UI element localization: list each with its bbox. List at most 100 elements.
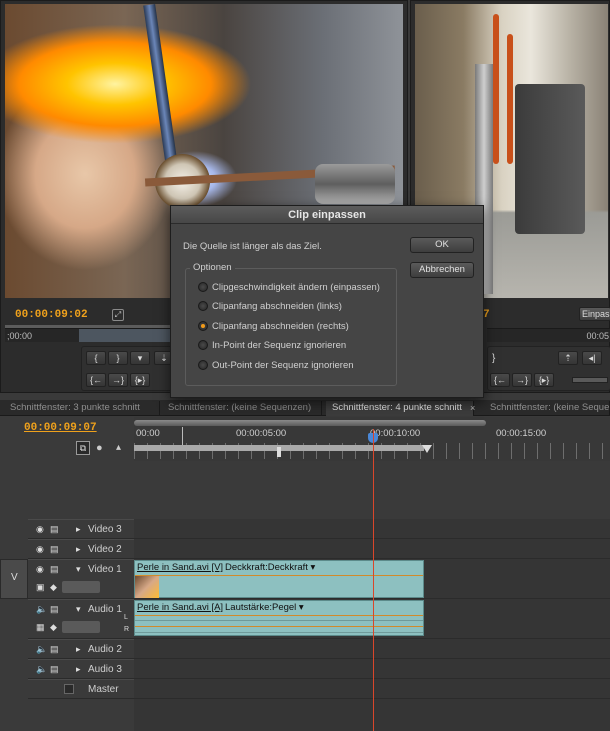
option-trim-right[interactable]: Clipanfang abschneiden (rechts) bbox=[198, 321, 349, 335]
mark-out-button[interactable]: } bbox=[108, 351, 128, 365]
radio-button[interactable] bbox=[198, 282, 208, 293]
jog-slider[interactable] bbox=[572, 377, 608, 383]
track-master[interactable]: Master bbox=[28, 679, 134, 699]
collapse-triangle-icon[interactable]: ▾ bbox=[76, 564, 81, 575]
tab-4-punkte-schnitt[interactable]: Schnittfenster: 4 punkte schnitt bbox=[326, 401, 474, 416]
audio-3-lane[interactable] bbox=[134, 659, 610, 679]
option-ignore-in[interactable]: In-Point der Sequenz ignorieren bbox=[198, 340, 346, 354]
timeline-panel: 00:00:09:07 ⧉ ● ▴ 00:00 00:00:05:00 00:0… bbox=[0, 417, 610, 731]
marker-icon[interactable]: ● bbox=[96, 442, 103, 454]
premiere-workspace: 00:00:09:02 ⤢ ;00:00 00 { } ▾ ⇣ {← →} {▸… bbox=[0, 0, 610, 731]
expand-triangle-icon[interactable]: ▸ bbox=[76, 664, 81, 675]
ok-button[interactable]: OK bbox=[410, 237, 474, 253]
out-point-marker[interactable] bbox=[422, 445, 432, 453]
options-legend: Optionen bbox=[190, 262, 235, 273]
video-3-lane[interactable] bbox=[134, 519, 610, 539]
video-clip[interactable]: Perle in Sand.avi [V] Deckkraft:Deckkraf… bbox=[134, 560, 424, 598]
keyframe-nav[interactable] bbox=[62, 581, 100, 593]
speaker-icon[interactable]: 🔈 bbox=[36, 644, 47, 655]
source-transport-panel: { } ▾ ⇣ {← →} {▸} bbox=[81, 346, 181, 391]
cancel-button[interactable]: Abbrechen bbox=[410, 262, 474, 278]
play-in-out-button[interactable]: {▸} bbox=[130, 373, 150, 387]
tab-label: Schnittfenster: 4 punkte schnitt bbox=[332, 402, 462, 413]
sequence-tab-bar: Schnittfenster: 3 punkte schnitt Schnitt… bbox=[0, 400, 610, 416]
goto-in-button[interactable]: {← bbox=[86, 373, 106, 387]
film-icon[interactable]: ▤ bbox=[50, 644, 59, 655]
playhead-line[interactable] bbox=[373, 429, 375, 731]
audio-1-lane[interactable]: Perle in Sand.avi [A] Lautstärke:Pegel ▾ bbox=[134, 599, 610, 639]
ruler-label: 00:00:15:00 bbox=[496, 428, 547, 439]
source-timecode[interactable]: 00:00:09:02 bbox=[15, 309, 88, 321]
keyframe-icon[interactable]: ◆ bbox=[50, 582, 57, 593]
timeline-ruler[interactable]: 00:00 00:00:05:00 00:00:10:00 00:00:15:0… bbox=[134, 417, 610, 461]
prg-goto-in-button[interactable]: {← bbox=[490, 373, 510, 387]
master-toggle[interactable] bbox=[64, 684, 74, 694]
tab-keine-sequenzen-2[interactable]: Schnittfenster: (keine Sequen bbox=[484, 401, 610, 416]
mark-in-button[interactable]: { bbox=[86, 351, 106, 365]
clip-einpassen-dialog: Clip einpassen Die Quelle ist länger als… bbox=[170, 205, 484, 398]
track-video-2[interactable]: ◉ ▤ ▸ Video 2 bbox=[28, 539, 134, 559]
lift-button[interactable]: ⇡ bbox=[558, 351, 578, 365]
add-marker-icon[interactable]: ▴ bbox=[116, 442, 121, 453]
keyframe-icon[interactable]: ◆ bbox=[50, 622, 57, 633]
in-point-marker[interactable] bbox=[277, 447, 281, 457]
option-speed[interactable]: Clipgeschwindigkeit ändern (einpassen) bbox=[198, 282, 380, 296]
step-back-button[interactable]: ◂| bbox=[582, 351, 602, 365]
track-audio-1[interactable]: 🔈 ▤ ▾ Audio 1 ▦ ◆ L R bbox=[28, 599, 134, 639]
set-marker-button[interactable]: ▾ bbox=[130, 351, 150, 365]
film-icon[interactable]: ▤ bbox=[50, 524, 59, 535]
tab-3-punkte-schnitt[interactable]: Schnittfenster: 3 punkte schnitt bbox=[4, 401, 160, 416]
goto-out-button[interactable]: →} bbox=[108, 373, 128, 387]
jump-to-icon[interactable]: ⤢ bbox=[112, 309, 124, 321]
audio-clip[interactable]: Perle in Sand.avi [A] Lautstärke:Pegel ▾ bbox=[134, 600, 424, 636]
options-group: Optionen Clipgeschwindigkeit ändern (ein… bbox=[185, 262, 397, 386]
eye-icon[interactable]: ◉ bbox=[36, 524, 44, 535]
track-video-1[interactable]: ◉ ▤ ▾ Video 1 ▣ ◆ bbox=[28, 559, 134, 599]
tab-keine-sequenzen[interactable]: Schnittfenster: (keine Sequenzen) bbox=[162, 401, 322, 416]
dialog-title: Clip einpassen bbox=[171, 206, 483, 224]
program-time-ruler[interactable]: 00:05 bbox=[487, 328, 610, 342]
eye-icon[interactable]: ◉ bbox=[36, 544, 44, 555]
option-ignore-out[interactable]: Out-Point der Sequenz ignorieren bbox=[198, 360, 354, 374]
radio-button[interactable] bbox=[198, 301, 208, 312]
speaker-icon[interactable]: 🔈 bbox=[36, 664, 47, 675]
display-style-icon[interactable]: ▣ bbox=[36, 582, 45, 593]
prg-mark-out-icon[interactable]: } bbox=[492, 353, 502, 364]
track-audio-3[interactable]: 🔈 ▤ ▸ Audio 3 bbox=[28, 659, 134, 679]
option-trim-left[interactable]: Clipanfang abschneiden (links) bbox=[198, 301, 342, 315]
video-2-lane[interactable] bbox=[134, 539, 610, 559]
radio-button[interactable] bbox=[198, 360, 208, 371]
keyframe-nav[interactable] bbox=[62, 621, 100, 633]
prg-goto-out-button[interactable]: →} bbox=[512, 373, 532, 387]
film-icon[interactable]: ▤ bbox=[50, 544, 59, 555]
expand-triangle-icon[interactable]: ▸ bbox=[76, 524, 81, 535]
effect-dropdown[interactable]: Deckkraft:Deckkraft ▾ bbox=[225, 562, 315, 573]
timeline-header: 00:00:09:07 ⧉ ● ▴ bbox=[0, 417, 134, 461]
tab-close-icon[interactable]: × bbox=[470, 403, 475, 413]
speaker-icon[interactable]: 🔈 bbox=[36, 604, 47, 615]
expand-triangle-icon[interactable]: ▸ bbox=[76, 544, 81, 555]
eye-icon[interactable]: ◉ bbox=[36, 564, 44, 575]
collapse-triangle-icon[interactable]: ▾ bbox=[76, 604, 81, 615]
snap-icon[interactable]: ⧉ bbox=[76, 441, 90, 455]
film-icon[interactable]: ▤ bbox=[50, 664, 59, 675]
expand-triangle-icon[interactable]: ▸ bbox=[76, 644, 81, 655]
waveform-icon[interactable]: ▦ bbox=[36, 622, 45, 633]
timeline-timecode[interactable]: 00:00:09:07 bbox=[24, 422, 97, 434]
film-icon[interactable]: ▤ bbox=[50, 564, 59, 575]
prg-play-in-out-button[interactable]: {▸} bbox=[534, 373, 554, 387]
master-lane[interactable] bbox=[134, 679, 610, 699]
clip-thumbnail bbox=[135, 576, 159, 598]
track-audio-2[interactable]: 🔈 ▤ ▸ Audio 2 bbox=[28, 639, 134, 659]
film-icon[interactable]: ▤ bbox=[50, 604, 59, 615]
radio-button[interactable] bbox=[198, 340, 208, 351]
radio-button-selected[interactable] bbox=[198, 321, 208, 332]
einpassen-dropdown[interactable]: Einpas bbox=[579, 307, 610, 321]
ruler-label: 00:00:05:00 bbox=[236, 428, 287, 439]
source-track-target-v[interactable]: V bbox=[0, 559, 28, 599]
video-1-lane[interactable]: Perle in Sand.avi [V] Deckkraft:Deckkraf… bbox=[134, 559, 610, 599]
effect-dropdown[interactable]: Lautstärke:Pegel ▾ bbox=[225, 602, 304, 613]
audio-2-lane[interactable] bbox=[134, 639, 610, 659]
track-video-3[interactable]: ◉ ▤ ▸ Video 3 bbox=[28, 519, 134, 539]
zoom-scrollbar[interactable] bbox=[134, 420, 486, 426]
